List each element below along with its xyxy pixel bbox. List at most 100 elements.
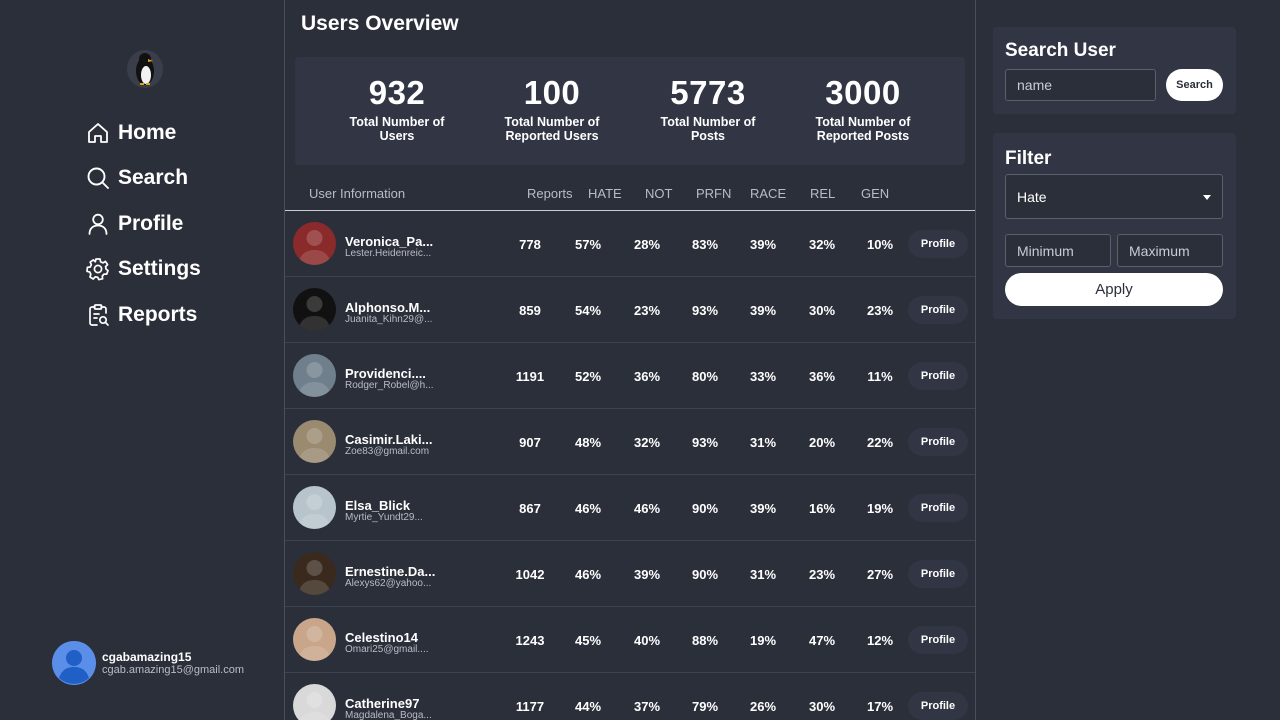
header-gen[interactable]: GEN xyxy=(861,186,889,201)
user-avatar[interactable] xyxy=(293,222,336,265)
stat-label-line1: Total Number of xyxy=(349,115,445,129)
user-avatar[interactable] xyxy=(293,486,336,529)
stat-reported-users: 100 Total Number of Reported Users xyxy=(482,75,622,144)
cell-rel: 30% xyxy=(808,303,836,318)
profile-button[interactable]: Profile xyxy=(908,560,968,588)
cell-reports: 1177 xyxy=(515,699,545,714)
user-avatar[interactable] xyxy=(293,288,336,331)
profile-button[interactable]: Profile xyxy=(908,296,968,324)
cell-not: 28% xyxy=(633,237,661,252)
stat-label-line2: Posts xyxy=(690,129,726,143)
table-row: Casimir.Laki... Zoe83@gmail.com 907 48% 32% 9… xyxy=(285,409,975,475)
cell-reports: 867 xyxy=(519,501,541,516)
profile-button[interactable]: Profile xyxy=(908,230,968,258)
stat-value: 5773 xyxy=(670,74,746,111)
cell-reports: 1042 xyxy=(515,567,545,582)
nav-reports[interactable]: Reports xyxy=(86,292,201,338)
cell-reports: 1191 xyxy=(515,369,545,384)
cell-race: 39% xyxy=(749,501,777,516)
profile-button[interactable]: Profile xyxy=(908,494,968,522)
sidebar: Home Search Profile Settings Reports cga… xyxy=(0,0,284,720)
cell-hate: 57% xyxy=(574,237,602,252)
cell-prfn: 93% xyxy=(691,303,719,318)
cell-race: 26% xyxy=(749,699,777,714)
cell-not: 37% xyxy=(633,699,661,714)
table-row: Alphonso.M... Juanita_Kihn29@... 859 54% 23%… xyxy=(285,277,975,343)
apply-button[interactable]: Apply xyxy=(1005,273,1223,306)
main-nav: Home Search Profile Settings Reports xyxy=(86,110,201,338)
maximum-input[interactable] xyxy=(1117,234,1223,267)
penguin-logo-icon xyxy=(125,47,165,89)
search-user-card: Search User Search xyxy=(993,27,1236,114)
stats-card: 932 Total Number of Users 100 Total Numbe… xyxy=(295,57,965,165)
cell-race: 39% xyxy=(749,303,777,318)
header-prfn[interactable]: PRFN xyxy=(696,186,731,201)
cell-prfn: 80% xyxy=(691,369,719,384)
cell-race: 33% xyxy=(749,369,777,384)
user-avatar[interactable] xyxy=(293,354,336,397)
nav-home[interactable]: Home xyxy=(86,110,201,156)
stat-label-line2: Reported Posts xyxy=(816,129,910,143)
profile-button[interactable]: Profile xyxy=(908,692,968,720)
stat-value: 932 xyxy=(368,74,426,111)
filter-category-select[interactable]: Hate xyxy=(1005,174,1223,219)
nav-home-label: Home xyxy=(118,120,177,144)
cell-race: 31% xyxy=(749,567,777,582)
profile-button[interactable]: Profile xyxy=(908,626,968,654)
user-table-body: Veronica_Pa... Lester.Heidenreic... 778 57%… xyxy=(285,211,975,720)
cell-rel: 23% xyxy=(808,567,836,582)
cell-not: 46% xyxy=(633,501,661,516)
search-button[interactable]: Search xyxy=(1166,69,1223,101)
user-avatar[interactable] xyxy=(293,552,336,595)
nav-profile-label: Profile xyxy=(118,211,184,235)
stat-label-line1: Total Number of xyxy=(815,115,911,129)
nav-reports-label: Reports xyxy=(118,302,198,326)
profile-button[interactable]: Profile xyxy=(908,362,968,390)
user-avatar[interactable] xyxy=(293,420,336,463)
cell-gen: 22% xyxy=(866,435,894,450)
user-email: Juanita_Kihn29@... xyxy=(345,314,433,325)
cell-reports: 859 xyxy=(519,303,541,318)
header-race[interactable]: RACE xyxy=(750,186,786,201)
cell-rel: 36% xyxy=(808,369,836,384)
nav-search[interactable]: Search xyxy=(86,156,201,202)
header-hate[interactable]: HATE xyxy=(588,186,622,201)
default-avatar-icon xyxy=(52,641,96,685)
header-user-info[interactable]: User Information xyxy=(309,186,405,201)
account-info[interactable]: cgabamazing15 cgab.amazing15@gmail.com xyxy=(52,641,244,685)
header-rel[interactable]: REL xyxy=(810,186,835,201)
table-row: Ernestine.Da... Alexys62@yahoo... 1042 46% 3… xyxy=(285,541,975,607)
main-panel: Users Overview 932 Total Number of Users … xyxy=(284,0,976,720)
cell-prfn: 93% xyxy=(691,435,719,450)
cell-rel: 32% xyxy=(808,237,836,252)
cell-hate: 52% xyxy=(574,369,602,384)
user-avatar[interactable] xyxy=(293,684,336,720)
header-reports[interactable]: Reports xyxy=(527,186,573,201)
cell-rel: 47% xyxy=(808,633,836,648)
home-icon xyxy=(88,122,108,143)
nav-profile[interactable]: Profile xyxy=(86,201,201,247)
cell-race: 39% xyxy=(749,237,777,252)
header-not[interactable]: NOT xyxy=(645,186,672,201)
user-name: Alphonso.M... xyxy=(345,300,431,315)
user-email: Alexys62@yahoo... xyxy=(345,578,432,589)
profile-button[interactable]: Profile xyxy=(908,428,968,456)
cell-hate: 44% xyxy=(574,699,602,714)
stat-total-posts: 5773 Total Number of Posts xyxy=(638,74,778,144)
search-input[interactable] xyxy=(1005,69,1156,101)
search-user-title: Search User xyxy=(1005,40,1116,61)
cell-reports: 1243 xyxy=(515,633,545,648)
stat-total-users: 932 Total Number of Users xyxy=(327,74,467,144)
cell-not: 39% xyxy=(633,567,661,582)
user-avatar[interactable] xyxy=(293,618,336,661)
stat-label-line2: Reported Users xyxy=(505,129,599,143)
filter-card: Filter Hate Apply xyxy=(993,133,1236,319)
cell-prfn: 83% xyxy=(691,237,719,252)
cell-prfn: 79% xyxy=(691,699,719,714)
nav-settings[interactable]: Settings xyxy=(86,247,201,293)
stat-label: Total Number of Reported Posts xyxy=(793,115,933,143)
cell-gen: 10% xyxy=(866,237,894,252)
account-username: cgabamazing15 xyxy=(102,650,192,664)
user-name: Veronica_Pa... xyxy=(345,234,434,249)
minimum-input[interactable] xyxy=(1005,234,1111,267)
